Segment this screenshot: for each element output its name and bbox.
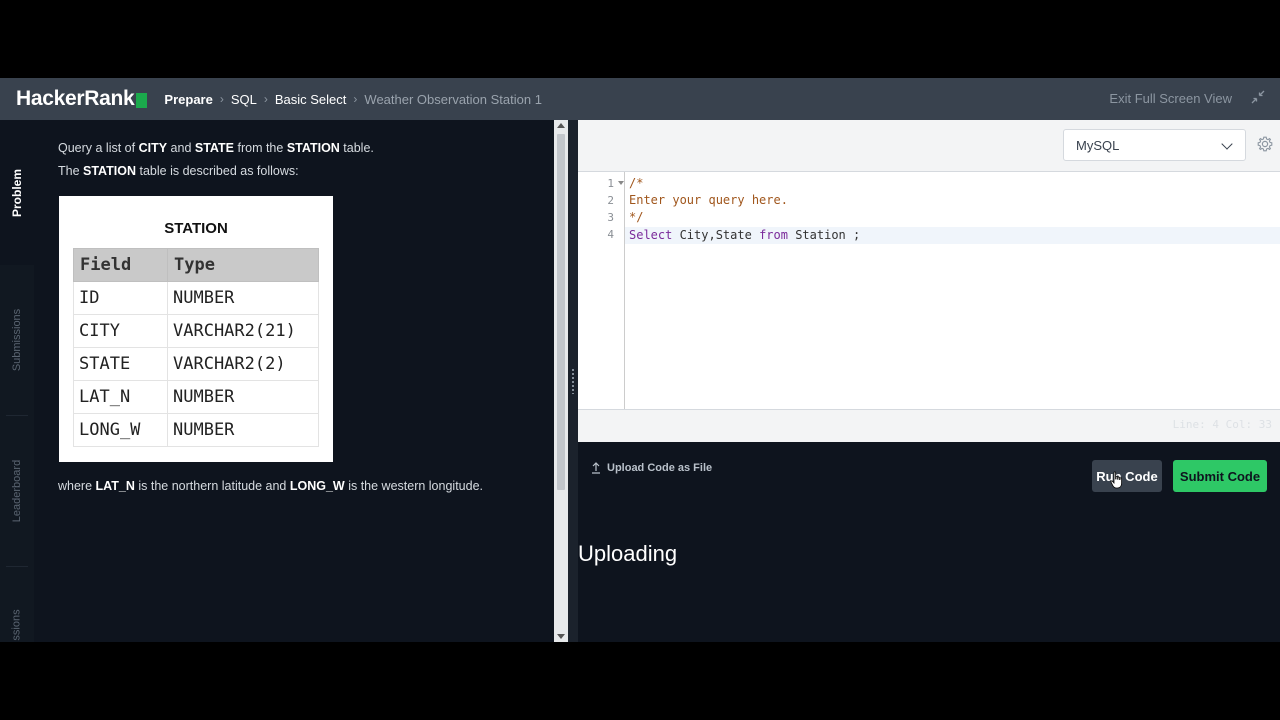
tab-leaderboard[interactable]: Leaderboard <box>0 416 34 566</box>
run-code-button[interactable]: Run Code <box>1092 460 1162 492</box>
text-bold: STATION <box>83 164 137 178</box>
text: table. <box>339 141 374 155</box>
station-table-image: STATION Field Type ID NUMBER CITY VARCHAR2… <box>59 196 333 462</box>
drag-handle-icon[interactable] <box>571 368 575 394</box>
submit-code-button[interactable]: Submit Code <box>1173 460 1267 492</box>
text: The <box>58 164 84 178</box>
text-bold: STATION <box>286 141 340 155</box>
code-line[interactable]: */ <box>629 210 643 224</box>
sql-keyword: Select <box>629 228 673 242</box>
side-tabs: Problem Submissions Leaderboard ssions <box>0 120 34 642</box>
text-bold: STATE <box>194 141 235 155</box>
breadcrumb-sql[interactable]: SQL <box>231 92 257 107</box>
logo-block-icon <box>136 92 148 108</box>
code-line-query[interactable]: Select City,State from Station ; <box>629 228 860 242</box>
tab-problem-label: Problem <box>10 168 25 217</box>
table-cell: CITY <box>73 314 168 348</box>
text: is the western longitude. <box>344 479 483 493</box>
tab-problem[interactable]: Problem <box>0 120 34 265</box>
table-cell: ID <box>73 281 168 315</box>
code-area[interactable]: 1 2 3 4 /* Enter your query here. */ Sel… <box>578 171 1280 410</box>
problem-statement: Query a list of CITY and STATE from the … <box>34 120 554 642</box>
logo-text: HackerRank <box>16 87 135 110</box>
table-cell: NUMBER <box>167 281 319 315</box>
table-row: LONG_W NUMBER <box>73 413 319 447</box>
sql-keyword: from <box>759 228 788 242</box>
text: Query a list of <box>58 141 139 155</box>
tab-leaderboard-label: Leaderboard <box>11 459 24 523</box>
table-header-row: Field Type <box>73 248 319 282</box>
code-line[interactable]: /* <box>629 176 643 190</box>
language-select[interactable]: MySQL <box>1063 129 1246 161</box>
line-number: 4 <box>607 228 614 241</box>
pane-splitter[interactable] <box>568 120 578 642</box>
station-schema-table: Field Type ID NUMBER CITY VARCHAR2(21) STA… <box>73 248 319 447</box>
exit-full-screen-link[interactable]: Exit Full Screen View <box>1109 91 1232 106</box>
problem-scrollbar[interactable] <box>554 120 568 642</box>
table-row: STATE VARCHAR2(2) <box>73 347 319 381</box>
table-row: CITY VARCHAR2(21) <box>73 314 319 348</box>
scroll-up-icon[interactable] <box>557 123 565 128</box>
text-bold: LONG_W <box>289 479 345 493</box>
output-status-text: Uploading <box>578 541 678 566</box>
breadcrumb: Prepare › SQL › Basic Select › Weather O… <box>164 92 542 107</box>
hackerrank-logo[interactable]: HackerRank <box>16 87 148 111</box>
table-cell: LAT_N <box>73 380 168 414</box>
line-number-gutter: 1 2 3 4 <box>578 172 625 409</box>
line-number: 2 <box>607 194 614 207</box>
table-cell: NUMBER <box>167 380 319 414</box>
scrollbar-thumb[interactable] <box>557 134 565 490</box>
breadcrumb-basic-select[interactable]: Basic Select <box>275 92 347 107</box>
scroll-down-icon[interactable] <box>557 634 565 639</box>
table-row: ID NUMBER <box>73 281 319 315</box>
column-header: Field <box>73 248 168 282</box>
breadcrumb-prepare[interactable]: Prepare <box>164 92 212 107</box>
text-bold: LAT_N <box>95 479 135 493</box>
station-image-title: STATION <box>164 220 228 237</box>
app-frame: HackerRank Prepare › SQL › Basic Select … <box>0 78 1280 642</box>
table-row: LAT_N NUMBER <box>73 380 319 414</box>
top-header: HackerRank Prepare › SQL › Basic Select … <box>0 78 1280 120</box>
code-line[interactable]: Enter your query here. <box>629 193 788 207</box>
chevron-right-icon: › <box>263 92 268 106</box>
language-selected-value: MySQL <box>1076 137 1120 153</box>
gear-icon[interactable] <box>1257 136 1273 152</box>
tab-discussions[interactable]: ssions <box>0 567 34 642</box>
problem-line-2: The STATION table is described as follow… <box>58 164 299 178</box>
table-cell: VARCHAR2(2) <box>167 347 319 381</box>
line-number: 3 <box>607 211 614 224</box>
text-bold: CITY <box>138 141 168 155</box>
upload-icon <box>592 462 600 474</box>
column-header: Type <box>167 248 319 282</box>
hand-cursor-icon <box>1110 471 1122 489</box>
text: where <box>58 479 96 493</box>
collapse-icon[interactable] <box>1251 90 1265 104</box>
breadcrumb-current: Weather Observation Station 1 <box>364 91 542 107</box>
line-number: 1 <box>607 177 614 190</box>
chevron-down-icon <box>1221 138 1233 150</box>
table-cell: LONG_W <box>73 413 168 447</box>
upload-code-label: Upload Code as File <box>607 462 713 474</box>
problem-line-3: where LAT_N is the northern latitude and… <box>58 479 483 493</box>
problem-line-1: Query a list of CITY and STATE from the … <box>58 141 374 155</box>
tab-submissions-label: Submissions <box>11 308 24 372</box>
table-cell: NUMBER <box>167 413 319 447</box>
tab-discussions-label: ssions <box>11 608 23 641</box>
upload-code-button[interactable]: Upload Code as File <box>591 462 712 474</box>
text: from the <box>234 141 287 155</box>
text: and <box>167 141 195 155</box>
code-editor-panel: MySQL 1 2 3 4 /* Enter your query here. … <box>578 120 1280 442</box>
chevron-right-icon: › <box>353 92 358 106</box>
cursor-position-status: Line: 4 Col: 33 <box>1172 418 1272 431</box>
tab-submissions[interactable]: Submissions <box>0 265 34 415</box>
fold-arrow-icon[interactable] <box>618 181 624 185</box>
table-cell: VARCHAR2(21) <box>167 314 319 348</box>
table-cell: STATE <box>73 347 168 381</box>
text: table is described as follows: <box>136 164 299 178</box>
text: is the northern latitude and <box>134 479 290 493</box>
chevron-right-icon: › <box>219 92 224 106</box>
